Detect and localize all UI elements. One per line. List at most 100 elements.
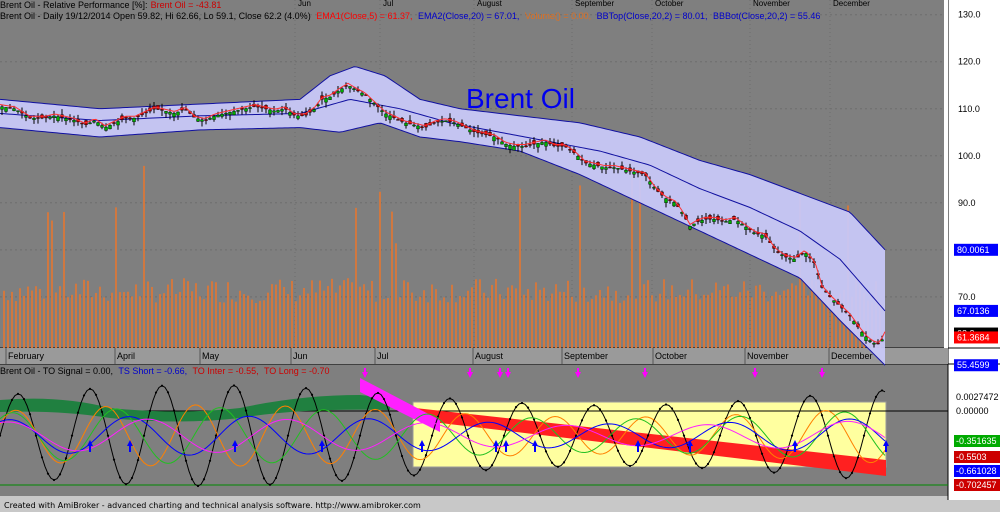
oscillator-dot [286,434,290,437]
candle-body [324,97,328,103]
candle-body [220,113,224,117]
candle-body [728,220,732,224]
candle-body [516,144,520,147]
oscillator-dot [622,460,626,463]
candle-body [276,110,280,113]
oscillator-dot [70,434,74,437]
candle-body [232,111,236,116]
oscillator-dot [478,464,482,468]
oscillator-dot [778,466,782,470]
candle-body [396,119,400,121]
month-label-top: October [655,0,684,8]
candle-body [688,226,692,230]
oscillator-dot [808,394,812,397]
oscillator-dot [46,472,50,475]
oscillator-dot [112,458,116,461]
oscillator-dot [148,409,152,412]
candle-body [440,121,444,123]
oscillator-dot [814,399,818,402]
to-inter-text: TO Inter = -0.55, [192,366,259,376]
oscillator-dot [172,409,176,412]
oscillator-dot [100,410,104,413]
candle-body [52,115,56,118]
oscillator-dot [514,406,518,409]
candle-body [260,106,264,109]
oscillator-dot [304,387,308,390]
oscillator-dot [832,455,836,458]
candle-body [32,117,36,120]
oscillator-dot [826,434,830,437]
oscillator-dot [646,434,650,437]
oscillator-dot [700,467,704,470]
oscillator-dot [352,456,356,459]
oscillator-dot [424,453,428,457]
candle-body [832,300,836,303]
oscillator-dot [232,384,236,387]
candle-body [500,141,504,145]
oscillator-dot [682,434,686,437]
candle-body [864,336,868,341]
candle-body [624,169,628,173]
candle-body [272,110,276,113]
candle-body [104,126,108,131]
oscillator-dot [568,449,572,453]
osc-tag-label: -0.702457 [956,480,997,490]
oscillator-dot [718,434,722,437]
oscillator-dot [658,407,662,410]
oscillator-dot [844,477,848,480]
candle-body [404,122,408,126]
candle-body [24,115,28,118]
oscillator-dot [124,483,128,486]
chart-canvas[interactable]: 70.080.090.0100.0110.0120.0130.0JunJulAu… [0,0,1000,512]
oscillator-dot [490,464,494,467]
osc-tag-label: -0.661028 [956,466,997,476]
month-label-bottom: September [564,351,608,361]
oscillator-dot [790,434,794,437]
month-label-top: Jun [298,0,311,8]
oscillator-dot [10,398,14,401]
month-label-bottom: February [8,351,45,361]
oscillator-dot [640,449,644,452]
candle-body [352,88,356,90]
candle-body [244,108,248,112]
oscillator-dot [226,390,230,394]
candle-body [360,92,364,96]
oscillator-dot [382,397,386,401]
candle-body [236,110,240,112]
candle-body [116,121,120,126]
oscillator-dot [466,434,470,437]
axis-gutter [944,0,948,348]
oscillator-dot [706,462,710,466]
ema1-text: EMA1(Close,5) = 61.37, [316,11,413,21]
header-oscillator: Brent Oil - TO Signal = 0.00, TS Short =… [0,366,333,377]
candle-body [204,119,208,121]
candle-body [388,115,392,120]
ts-short-text: TS Short = -0.66, [118,366,188,376]
oscillator-dot [82,394,86,397]
month-label-bottom: August [475,351,504,361]
candle-body [776,251,780,253]
candle-body [0,106,4,110]
candle-body [744,226,748,230]
chart-title: Brent Oil [466,83,575,114]
candle-body [872,343,876,345]
oscillator-dot [268,483,272,486]
candle-body [752,232,756,234]
candle-body [112,122,116,124]
price-tag-label: 55.4599 [957,360,990,370]
oscillator-dot [772,471,776,474]
oscillator-dot [256,459,260,462]
oscillator-dot [202,478,206,481]
oscillator-dot [616,449,620,452]
candle-body [348,86,352,89]
oscillator-dot [328,457,332,460]
oscillator-dot [298,393,302,396]
candle-body [608,166,612,169]
oscillator-dot [406,469,410,472]
candle-body [268,109,272,115]
month-label-top: September [575,0,614,8]
oscillator-dot [604,419,608,422]
oscillator-dot [742,404,746,407]
candle-body [328,96,332,100]
candle-body [724,221,728,223]
